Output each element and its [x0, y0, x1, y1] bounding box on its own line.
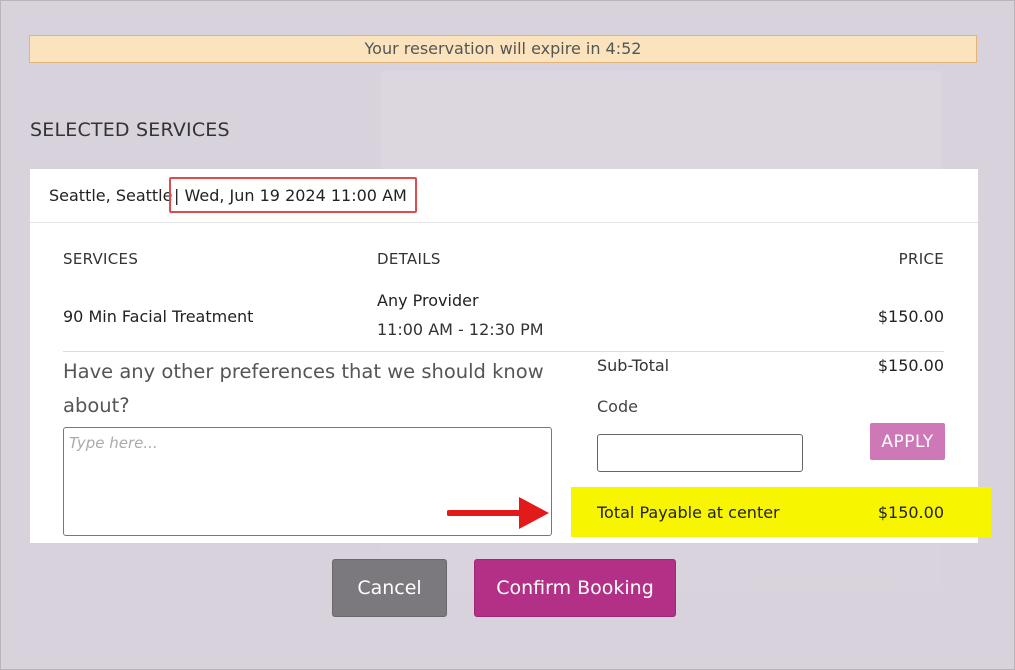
column-header-details: DETAILS [377, 250, 441, 268]
service-provider: Any Provider [377, 291, 479, 310]
booking-header: Seattle, Seattle | Wed, Jun 19 2024 11:0… [30, 169, 978, 223]
booking-datetime: | Wed, Jun 19 2024 11:00 AM [174, 186, 407, 205]
selected-services-card: Seattle, Seattle | Wed, Jun 19 2024 11:0… [30, 169, 991, 543]
service-name: 90 Min Facial Treatment [63, 307, 254, 326]
promo-code-input[interactable] [597, 434, 803, 472]
timer-text: Your reservation will expire in 4:52 [364, 39, 642, 58]
column-header-services: SERVICES [63, 250, 139, 268]
service-price: $150.00 [877, 307, 944, 326]
cancel-button[interactable]: Cancel [332, 559, 447, 617]
confirm-booking-button[interactable]: Confirm Booking [474, 559, 676, 617]
subtotal-value: $150.00 [877, 356, 944, 375]
arrow-right-icon [447, 497, 549, 529]
total-payable-value: $150.00 [877, 503, 944, 522]
total-payable-label: Total Payable at center [597, 503, 780, 522]
service-time: 11:00 AM - 12:30 PM [377, 320, 544, 339]
reservation-timer-banner: Your reservation will expire in 4:52 [29, 35, 977, 63]
table-divider [63, 351, 944, 352]
subtotal-label: Sub-Total [597, 356, 670, 375]
section-title: SELECTED SERVICES [30, 119, 230, 141]
preferences-question: Have any other preferences that we shoul… [63, 360, 544, 417]
promo-code-label: Code [597, 397, 638, 416]
column-header-price: PRICE [898, 250, 944, 268]
apply-code-button[interactable]: APPLY [870, 423, 945, 460]
booking-location: Seattle, Seattle [49, 186, 173, 205]
